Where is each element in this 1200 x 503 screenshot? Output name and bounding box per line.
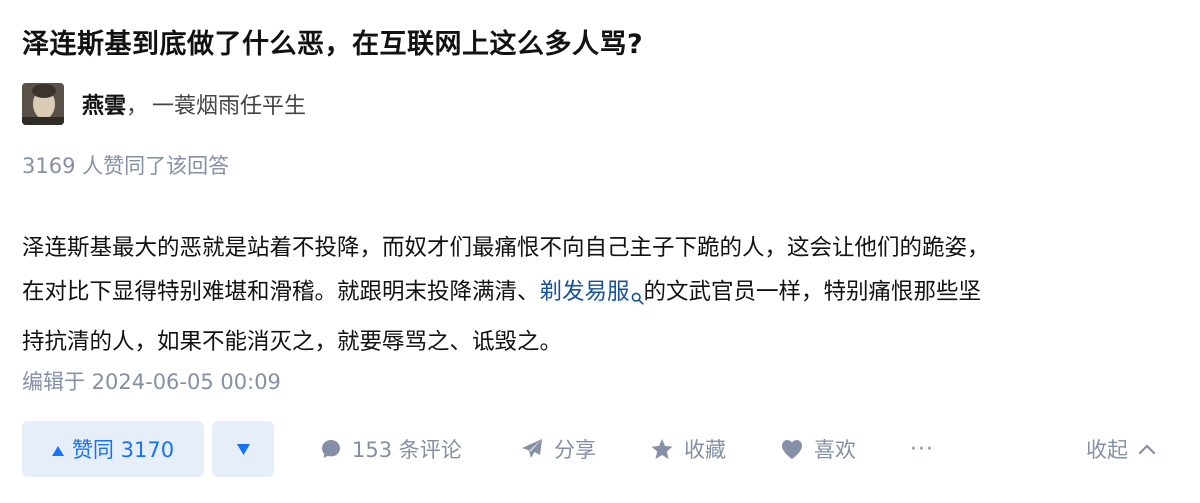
- like-button[interactable]: 喜欢: [780, 421, 856, 477]
- edit-time[interactable]: 编辑于 2024-06-05 00:09: [22, 366, 281, 396]
- more-button[interactable]: ···: [910, 421, 934, 477]
- action-bar: 赞同 3170 153 条评论 分享 收藏 喜欢 ··· 收起: [22, 421, 1182, 477]
- answer-line: 在对比下显得特别难堪和滑稽。就跟明末投降满清、剃发易服 的文武官员一样，特别痛恨那…: [22, 270, 1182, 320]
- comment-bubble-icon: [322, 440, 340, 458]
- author-name[interactable]: 燕雲: [82, 88, 126, 120]
- search-icon: [631, 276, 644, 320]
- answer-line: 持抗清的人，如果不能消灭之，就要辱骂之、诋毁之。: [22, 329, 563, 355]
- answer-link-text[interactable]: 剃发易服: [540, 279, 630, 305]
- vote-summary: 3169 人赞同了该回答: [22, 154, 230, 178]
- author-row: 燕雲 ， 一蓑烟雨任平生: [22, 82, 306, 126]
- like-label: 喜欢: [814, 438, 856, 462]
- star-icon: [651, 438, 673, 459]
- collapse-label: 收起: [1086, 438, 1128, 462]
- answer-line: 泽连斯基最大的恶就是站着不投降，而奴才们最痛恨不向自己主子下跪的人，这会让他们的…: [22, 235, 990, 261]
- comment-button[interactable]: 153 条评论: [320, 421, 462, 477]
- comment-label: 153 条评论: [352, 438, 462, 462]
- upvote-label: 赞同 3170: [71, 438, 175, 462]
- answer-search-link[interactable]: 剃发易服: [540, 279, 644, 305]
- favorite-button[interactable]: 收藏: [650, 421, 726, 477]
- heart-icon: [782, 440, 802, 459]
- answer-text: 在对比下显得特别难堪和滑稽。就跟明末投降满清、: [22, 279, 540, 305]
- author-headline: 一蓑烟雨任平生: [152, 94, 307, 119]
- favorite-label: 收藏: [684, 438, 726, 462]
- chevron-up-icon: [1138, 444, 1156, 455]
- more-icon: ···: [910, 436, 934, 462]
- triangle-down-icon: [236, 440, 250, 459]
- share-button[interactable]: 分享: [520, 421, 596, 477]
- question-title[interactable]: 泽连斯基到底做了什么恶，在互联网上这么多人骂?: [22, 22, 643, 61]
- answer-text: 的文武官员一样，特别痛恨那些坚: [643, 279, 982, 305]
- paper-plane-icon: [522, 439, 542, 458]
- upvote-button[interactable]: 赞同 3170: [22, 421, 204, 477]
- share-label: 分享: [554, 438, 596, 462]
- downvote-button[interactable]: [212, 421, 274, 477]
- answer-body: 泽连斯基最大的恶就是站着不投降，而奴才们最痛恨不向自己主子下跪的人，这会让他们的…: [22, 226, 1182, 364]
- triangle-up-icon: [51, 437, 64, 461]
- collapse-button[interactable]: 收起: [1086, 421, 1156, 477]
- author-separator: ，: [126, 94, 149, 119]
- avatar[interactable]: [22, 83, 64, 125]
